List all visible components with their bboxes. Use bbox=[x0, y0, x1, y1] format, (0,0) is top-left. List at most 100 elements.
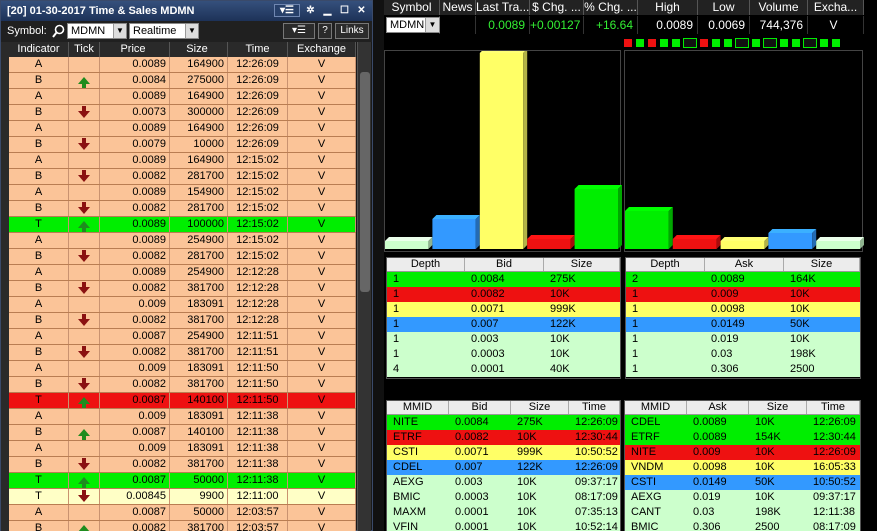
table-row[interactable]: 1 0.0003 10K bbox=[387, 347, 620, 362]
table-row[interactable]: A 0.0089 254900 12:12:28 V bbox=[9, 265, 356, 281]
column-header[interactable]: Size bbox=[784, 258, 860, 271]
col-price[interactable]: Price bbox=[100, 42, 170, 57]
table-row[interactable]: A 0.0089 254900 12:15:02 V bbox=[9, 233, 356, 249]
table-row[interactable]: B 0.0087 140100 12:11:38 V bbox=[9, 425, 356, 441]
close-icon[interactable]: ✕ bbox=[355, 4, 368, 17]
col-tick[interactable]: Tick bbox=[69, 42, 100, 57]
window-menu-button[interactable]: ▾☰ bbox=[274, 4, 300, 17]
table-row[interactable]: 1 0.0149 50K bbox=[626, 317, 860, 332]
column-header[interactable]: Bid bbox=[449, 401, 511, 414]
table-row[interactable]: AEXG 0.019 10K 09:37:17 bbox=[625, 490, 860, 505]
col-indicator[interactable]: Indicator bbox=[9, 42, 69, 57]
table-row[interactable]: A 0.009 183091 12:11:38 V bbox=[9, 441, 356, 457]
table-row[interactable]: T 0.00845 9900 12:11:00 V bbox=[9, 489, 356, 505]
table-row[interactable]: B 0.0079 10000 12:26:09 V bbox=[9, 137, 356, 153]
qcol-dollar-change[interactable]: $ Chg. ... bbox=[530, 0, 584, 15]
table-row[interactable]: 1 0.003 10K bbox=[387, 332, 620, 347]
table-row[interactable]: CSTI 0.0071 999K 10:50:52 bbox=[387, 445, 620, 460]
column-header[interactable]: Depth bbox=[387, 258, 465, 271]
table-row[interactable]: 1 0.0098 10K bbox=[626, 302, 860, 317]
table-row[interactable]: B 0.0084 275000 12:26:09 V bbox=[9, 73, 356, 89]
column-header[interactable]: Time bbox=[569, 401, 620, 414]
table-row[interactable]: B 0.0082 281700 12:15:02 V bbox=[9, 169, 356, 185]
table-row[interactable]: 1 0.0082 10K bbox=[387, 287, 620, 302]
gear-icon[interactable]: ✲ bbox=[304, 4, 317, 17]
table-row[interactable]: A 0.009 183091 12:12:28 V bbox=[9, 297, 356, 313]
table-row[interactable]: CDEL 0.0089 10K 12:26:09 bbox=[625, 415, 860, 430]
col-time[interactable]: Time bbox=[228, 42, 288, 57]
links-button[interactable]: Links bbox=[335, 23, 369, 39]
table-row[interactable]: B 0.0082 381700 12:11:50 V bbox=[9, 377, 356, 393]
col-exchange[interactable]: Exchange bbox=[288, 42, 356, 57]
maximize-icon[interactable]: ☐ bbox=[338, 4, 351, 17]
table-row[interactable]: BMIC 0.306 2500 08:17:09 bbox=[625, 520, 860, 531]
table-row[interactable]: A 0.009 183091 12:11:50 V bbox=[9, 361, 356, 377]
table-row[interactable]: A 0.0087 50000 12:03:57 V bbox=[9, 505, 356, 521]
scrollbar-thumb[interactable] bbox=[360, 72, 370, 292]
vertical-scrollbar[interactable] bbox=[357, 42, 371, 531]
col-size[interactable]: Size bbox=[170, 42, 228, 57]
window-title-bar[interactable]: [20] 01-30-2017 Time & Sales MDMN ▾☰ ✲ ▁… bbox=[1, 1, 372, 21]
qcol-exchange[interactable]: Excha... bbox=[808, 0, 864, 15]
column-header[interactable]: MMID bbox=[387, 401, 449, 414]
table-row[interactable]: B 0.0082 381700 12:11:51 V bbox=[9, 345, 356, 361]
qcol-volume[interactable]: Volume bbox=[750, 0, 808, 15]
table-row[interactable]: T 0.0089 100000 12:15:02 V bbox=[9, 217, 356, 233]
menu-button[interactable]: ▾☰ bbox=[283, 23, 315, 39]
table-row[interactable]: 1 0.019 10K bbox=[626, 332, 860, 347]
table-row[interactable]: 1 0.007 122K bbox=[387, 317, 620, 332]
column-header[interactable]: Depth bbox=[626, 258, 705, 271]
table-row[interactable]: T 0.0087 140100 12:11:50 V bbox=[9, 393, 356, 409]
table-row[interactable]: NITE 0.0084 275K 12:26:09 bbox=[387, 415, 620, 430]
table-row[interactable]: B 0.0082 281700 12:15:02 V bbox=[9, 201, 356, 217]
column-header[interactable]: Bid bbox=[465, 258, 544, 271]
column-header[interactable]: MMID bbox=[625, 401, 687, 414]
table-row[interactable]: CDEL 0.007 122K 12:26:09 bbox=[387, 460, 620, 475]
table-row[interactable]: T 0.0087 50000 12:11:38 V bbox=[9, 473, 356, 489]
table-row[interactable]: 4 0.0001 40K bbox=[387, 362, 620, 377]
table-row[interactable]: 1 0.009 10K bbox=[626, 287, 860, 302]
table-row[interactable]: ETRF 0.0082 10K 12:30:44 bbox=[387, 430, 620, 445]
table-row[interactable]: AEXG 0.003 10K 09:37:17 bbox=[387, 475, 620, 490]
table-row[interactable]: A 0.0089 164900 12:15:02 V bbox=[9, 153, 356, 169]
table-row[interactable]: B 0.0073 300000 12:26:09 V bbox=[9, 105, 356, 121]
table-row[interactable]: CSTI 0.0149 50K 10:50:52 bbox=[625, 475, 860, 490]
qcol-high[interactable]: High bbox=[638, 0, 698, 15]
table-row[interactable]: VFIN 0.0001 10K 10:52:14 bbox=[387, 520, 620, 531]
qcol-news[interactable]: News bbox=[440, 0, 476, 15]
splitter[interactable] bbox=[373, 0, 384, 531]
qcol-low[interactable]: Low bbox=[698, 0, 750, 15]
table-row[interactable]: A 0.0089 154900 12:15:02 V bbox=[9, 185, 356, 201]
table-row[interactable]: MAXM 0.0001 10K 07:35:13 bbox=[387, 505, 620, 520]
table-row[interactable]: BMIC 0.0003 10K 08:17:09 bbox=[387, 490, 620, 505]
table-row[interactable]: A 0.0089 164900 12:26:09 V bbox=[9, 57, 356, 73]
qcol-last[interactable]: Last Tra... bbox=[476, 0, 530, 15]
table-row[interactable]: 1 0.306 2500 bbox=[626, 362, 860, 377]
table-row[interactable]: A 0.0087 254900 12:11:51 V bbox=[9, 329, 356, 345]
table-row[interactable]: 1 0.0071 999K bbox=[387, 302, 620, 317]
table-row[interactable]: B 0.0082 381700 12:12:28 V bbox=[9, 313, 356, 329]
table-row[interactable]: NITE 0.009 10K 12:26:09 bbox=[625, 445, 860, 460]
column-header[interactable]: Size bbox=[544, 258, 620, 271]
table-row[interactable]: B 0.0082 381700 12:12:28 V bbox=[9, 281, 356, 297]
table-row[interactable]: ETRF 0.0089 154K 12:30:44 bbox=[625, 430, 860, 445]
search-icon[interactable] bbox=[52, 24, 65, 38]
qcol-percent-change[interactable]: % Chg. ... bbox=[584, 0, 638, 15]
column-header[interactable]: Size bbox=[749, 401, 807, 414]
feed-select[interactable]: Realtime ▼ bbox=[129, 23, 199, 39]
table-row[interactable]: B 0.0082 281700 12:15:02 V bbox=[9, 249, 356, 265]
table-row[interactable]: B 0.0082 381700 12:11:38 V bbox=[9, 457, 356, 473]
symbol-select[interactable]: MDMN ▼ bbox=[67, 23, 127, 39]
quote-symbol-select[interactable]: MDMN ▼ bbox=[386, 17, 440, 33]
table-row[interactable]: B 0.0082 381700 12:03:57 V bbox=[9, 521, 356, 531]
table-row[interactable]: 2 0.0089 164K bbox=[626, 272, 860, 287]
table-row[interactable]: 1 0.03 198K bbox=[626, 347, 860, 362]
table-row[interactable]: A 0.0089 164900 12:26:09 V bbox=[9, 89, 356, 105]
table-row[interactable]: CANT 0.03 198K 12:11:38 bbox=[625, 505, 860, 520]
table-row[interactable]: 1 0.0084 275K bbox=[387, 272, 620, 287]
qcol-symbol[interactable]: Symbol bbox=[384, 0, 440, 15]
column-header[interactable]: Size bbox=[511, 401, 569, 414]
help-button[interactable]: ? bbox=[318, 23, 332, 39]
column-header[interactable]: Ask bbox=[687, 401, 749, 414]
table-row[interactable]: A 0.0089 164900 12:26:09 V bbox=[9, 121, 356, 137]
